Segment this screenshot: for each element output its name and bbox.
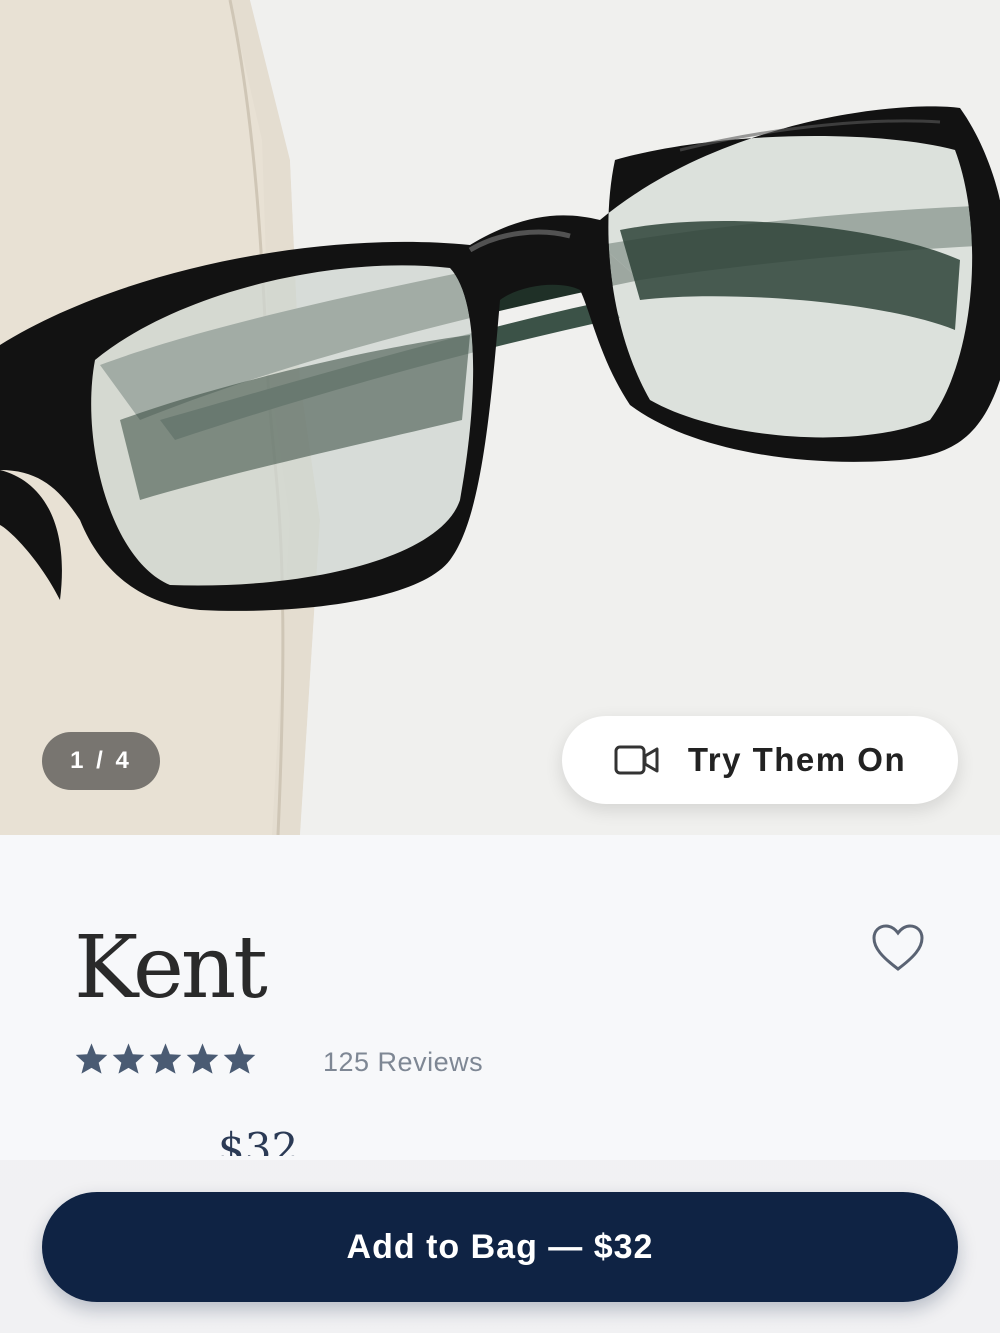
product-price: $32	[218, 1128, 299, 1156]
star-rating	[74, 1042, 257, 1075]
product-name: Kent	[74, 918, 268, 1018]
star-icon	[186, 1043, 219, 1074]
try-them-on-label: Try Them On	[687, 741, 907, 778]
star-icon	[223, 1043, 256, 1074]
heart-icon[interactable]	[870, 922, 926, 974]
star-icon	[149, 1043, 182, 1074]
product-photo	[0, 0, 1000, 835]
star-icon	[75, 1043, 108, 1074]
image-counter: 1 / 4	[42, 732, 160, 790]
product-image-gallery[interactable]: 1 / 4 Try Them On	[0, 0, 1000, 835]
add-to-bag-button[interactable]: Add to Bag — $32	[42, 1192, 958, 1302]
try-them-on-button[interactable]: Try Them On	[562, 716, 958, 804]
video-camera-icon	[614, 745, 659, 775]
reviews-link[interactable]: 125 Reviews	[323, 1047, 483, 1078]
star-icon	[112, 1043, 145, 1074]
